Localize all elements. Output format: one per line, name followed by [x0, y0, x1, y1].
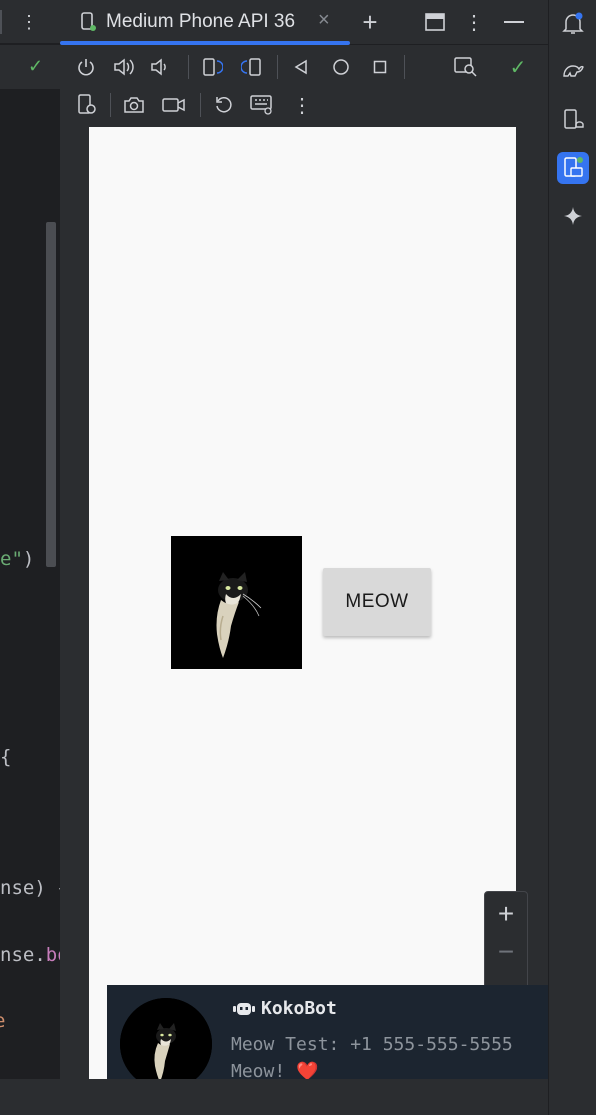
editor-scrollbar[interactable] [46, 222, 56, 567]
divider [200, 93, 201, 117]
back-icon[interactable] [290, 55, 312, 79]
screen-record-icon[interactable] [162, 93, 186, 117]
code-line: e [0, 1010, 5, 1032]
volume-up-icon[interactable] [112, 55, 136, 79]
code-editor[interactable]: ⋮ ✓ e") { nse) { nse.bo e [0, 0, 69, 1115]
rotate-left-icon[interactable] [200, 55, 224, 79]
tab-medium-phone[interactable]: Medium Phone API 36 × [60, 0, 352, 45]
ide-window: ⋮ ✓ e") { nse) { nse.bo e Medium Phone A… [0, 0, 596, 1115]
gemini-sparkle-icon[interactable] [557, 200, 589, 232]
code-line: nse) { [0, 877, 69, 899]
divider [188, 55, 189, 79]
keyboard-icon[interactable] [250, 93, 274, 117]
check-icon[interactable]: ✓ [506, 55, 530, 79]
divider [0, 10, 2, 34]
code-line: nse.bo [0, 944, 69, 966]
device-tab-bar: Medium Phone API 36 × + ⋮ [60, 0, 548, 45]
notification-title: KokoBot [261, 998, 337, 1019]
notification-message: Meow Test: +1 555-555-5555 Meow! ❤️ [231, 1031, 513, 1085]
close-tab-icon[interactable]: × [318, 9, 330, 32]
code-line: { [0, 746, 12, 768]
active-tab-indicator [60, 41, 350, 45]
notification-header: KokoBot [233, 998, 337, 1019]
divider [404, 55, 405, 79]
status-bar [89, 127, 516, 153]
device-toolbar-row-1: ✓ [60, 48, 548, 86]
more-options-icon[interactable]: ⋮ [292, 93, 312, 117]
volume-down-icon[interactable] [148, 55, 172, 79]
status-strip [0, 1079, 548, 1115]
overview-icon[interactable] [369, 55, 391, 79]
right-tool-sidebar [548, 0, 596, 1115]
device-icon [81, 12, 96, 31]
window-layout-icon[interactable] [424, 11, 446, 33]
cat-avatar-icon [120, 998, 212, 1090]
check-icon: ✓ [28, 56, 44, 76]
code-line: e") [0, 548, 35, 570]
divider [110, 93, 111, 117]
running-devices-icon[interactable] [557, 152, 589, 184]
layout-inspector-icon[interactable] [454, 55, 478, 79]
zoom-in-icon[interactable]: + [485, 900, 527, 928]
power-icon[interactable] [74, 55, 98, 79]
home-icon[interactable] [330, 55, 352, 79]
zoom-control: + − [484, 891, 528, 991]
gradle-icon[interactable] [557, 54, 589, 86]
device-settings-icon[interactable] [76, 93, 98, 117]
rotate-right-icon[interactable] [240, 55, 264, 79]
emulator-screen[interactable]: MEOW [89, 127, 516, 1079]
notifications-icon[interactable] [557, 8, 589, 40]
avatar [120, 998, 212, 1090]
bot-icon [233, 1002, 255, 1015]
message-line: Meow Test: +1 555-555-5555 [231, 1034, 513, 1055]
more-options-icon[interactable]: ⋮ [20, 10, 38, 34]
add-device-icon[interactable]: + [358, 7, 382, 37]
editor-tab-strip: ⋮ [0, 0, 60, 44]
divider [277, 55, 278, 79]
cat-photo-icon [171, 536, 302, 669]
device-manager-icon[interactable] [557, 104, 589, 136]
more-options-icon[interactable]: ⋮ [464, 10, 484, 34]
device-toolbar-row-2: ⋮ [60, 86, 548, 124]
meow-button[interactable]: MEOW [323, 568, 431, 636]
reset-icon[interactable] [212, 93, 236, 117]
screenshot-icon[interactable] [122, 93, 146, 117]
minimize-icon[interactable] [502, 10, 526, 34]
tab-title: Medium Phone API 36 [106, 11, 296, 32]
zoom-out-icon[interactable]: − [485, 938, 527, 966]
cat-image [171, 536, 302, 669]
